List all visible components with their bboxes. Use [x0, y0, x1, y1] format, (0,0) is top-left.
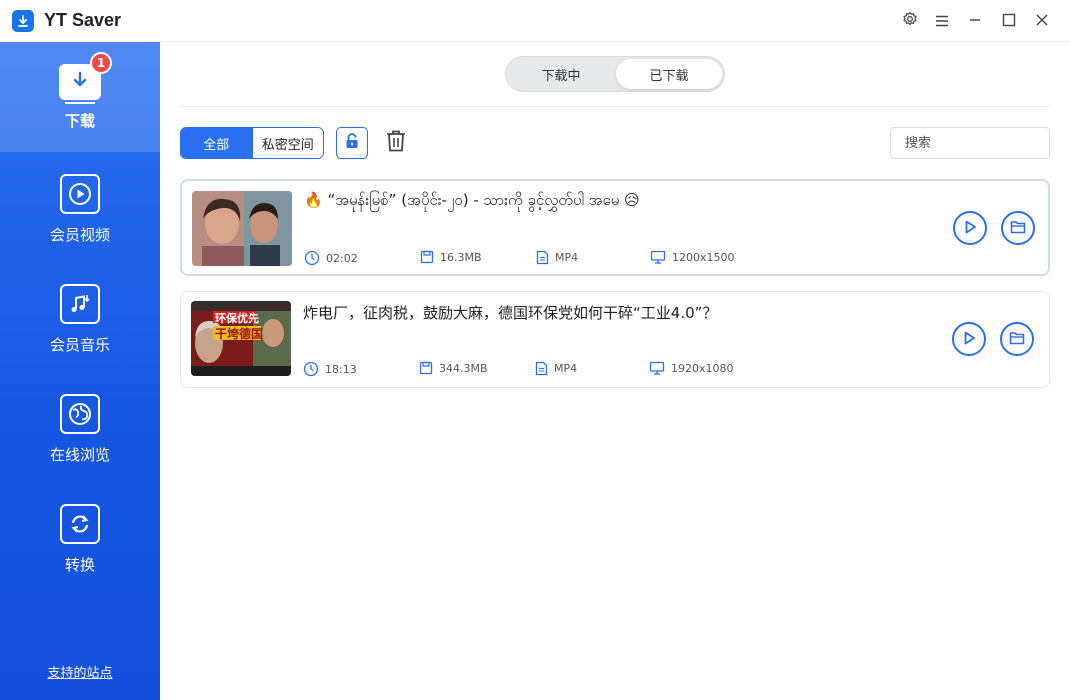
sidebar-item-member-music[interactable]: 会员音乐 — [0, 262, 160, 372]
sidebar-item-label: 会员视频 — [49, 226, 110, 244]
delete-button[interactable] — [380, 127, 412, 159]
resolution-value: 1920x1080 — [671, 361, 734, 375]
resolution: 1200x1500 — [650, 250, 735, 264]
sidebar-item-label: 转换 — [64, 556, 95, 574]
save-icon — [419, 361, 433, 375]
download-status-tabs: 下载中 已下载 — [505, 56, 725, 92]
open-folder-button[interactable] — [1000, 322, 1034, 356]
video-title: 🔥 “အမုန်းမြစ်” (အပိုင်း-၂၀) - သားကို ခွင… — [304, 191, 640, 209]
sidebar-item-member-video[interactable]: 会员视频 — [0, 152, 160, 262]
resolution-value: 1200x1500 — [672, 250, 735, 264]
file-size-value: 344.3MB — [439, 361, 488, 375]
clock-icon — [304, 250, 320, 266]
folder-icon — [1010, 219, 1026, 238]
video-thumbnail — [192, 191, 292, 266]
save-icon — [420, 250, 434, 264]
sidebar-item-convert[interactable]: 转换 — [0, 482, 160, 592]
sidebar-item-label: 在线浏览 — [49, 446, 110, 464]
folder-icon — [1009, 330, 1025, 349]
play-icon — [962, 330, 976, 349]
trash-icon — [385, 129, 407, 157]
download-item[interactable]: 环保优先 干垮德国 炸电厂，征肉税，鼓励大麻，德国环保党如何干碎“工业4.0”？… — [180, 291, 1050, 388]
convert-icon — [60, 504, 100, 544]
video-title: 炸电厂，征肉税，鼓励大麻，德国环保党如何干碎“工业4.0”？ — [303, 304, 718, 322]
monitor-icon — [649, 361, 665, 375]
duration-value: 18:13 — [325, 362, 357, 376]
filter-private-button[interactable]: 私密空间 — [251, 128, 323, 158]
file-format-value: MP4 — [554, 362, 578, 375]
play-video-icon — [60, 174, 100, 214]
file-size: 344.3MB — [419, 361, 488, 375]
file-icon — [535, 361, 548, 376]
sidebar-item-online-browse[interactable]: 在线浏览 — [0, 372, 160, 482]
close-icon — [1035, 12, 1049, 31]
play-button[interactable] — [953, 211, 987, 245]
file-size-value: 16.3MB — [440, 250, 482, 264]
app-logo — [12, 10, 34, 32]
notification-badge: 1 — [90, 52, 112, 74]
menu-icon — [935, 12, 949, 31]
maximize-button[interactable] — [998, 10, 1020, 32]
supported-sites-link[interactable]: 支持的站点 — [0, 662, 160, 681]
duration-value: 02:02 — [326, 251, 358, 265]
globe-icon — [60, 394, 100, 434]
download-icon-underline — [65, 102, 95, 104]
divider — [180, 106, 1050, 107]
app-title: YT Saver — [44, 10, 122, 30]
file-icon — [536, 250, 549, 265]
space-filter: 全部 私密空间 — [180, 127, 324, 159]
download-item[interactable]: 🔥 “အမုန်းမြစ်” (အပိုင်း-၂၀) - သားကို ခွင… — [180, 179, 1050, 276]
search-input[interactable] — [890, 127, 1050, 159]
thumbnail-text: 环保优先 — [215, 312, 259, 325]
sidebar: 下载 1 会员视频 会员音乐 在线浏览 转换 支持的站点 — [0, 42, 160, 700]
file-format: MP4 — [535, 361, 577, 376]
menu-button[interactable] — [931, 10, 953, 32]
maximize-icon — [1002, 12, 1016, 31]
tab-downloading[interactable]: 下载中 — [508, 59, 614, 89]
resolution: 1920x1080 — [649, 361, 734, 375]
tab-downloaded[interactable]: 已下载 — [616, 59, 722, 89]
sidebar-item-label: 会员音乐 — [49, 336, 110, 354]
file-format-value: MP4 — [555, 251, 579, 264]
video-thumbnail: 环保优先 干垮德国 — [191, 301, 291, 376]
settings-button[interactable] — [899, 10, 921, 32]
duration: 18:13 — [303, 361, 357, 377]
minimize-icon — [968, 12, 982, 31]
file-size: 16.3MB — [420, 250, 482, 264]
clock-icon — [303, 361, 319, 377]
close-button[interactable] — [1031, 10, 1053, 32]
title-bar: YT Saver — [0, 0, 1070, 42]
duration: 02:02 — [304, 250, 358, 266]
play-icon — [963, 219, 977, 238]
minimize-button[interactable] — [964, 10, 986, 32]
file-format: MP4 — [536, 250, 578, 265]
lock-icon — [343, 132, 361, 154]
sidebar-item-download[interactable]: 下载 1 — [0, 42, 160, 152]
filter-all-button[interactable]: 全部 — [181, 128, 252, 158]
monitor-icon — [650, 250, 666, 264]
thumbnail-text: 干垮德国 — [215, 327, 264, 341]
lock-button[interactable] — [336, 127, 368, 159]
sidebar-item-label: 下载 — [64, 112, 95, 130]
gear-icon — [902, 11, 918, 31]
music-icon — [60, 284, 100, 324]
play-button[interactable] — [952, 322, 986, 356]
open-folder-button[interactable] — [1001, 211, 1035, 245]
